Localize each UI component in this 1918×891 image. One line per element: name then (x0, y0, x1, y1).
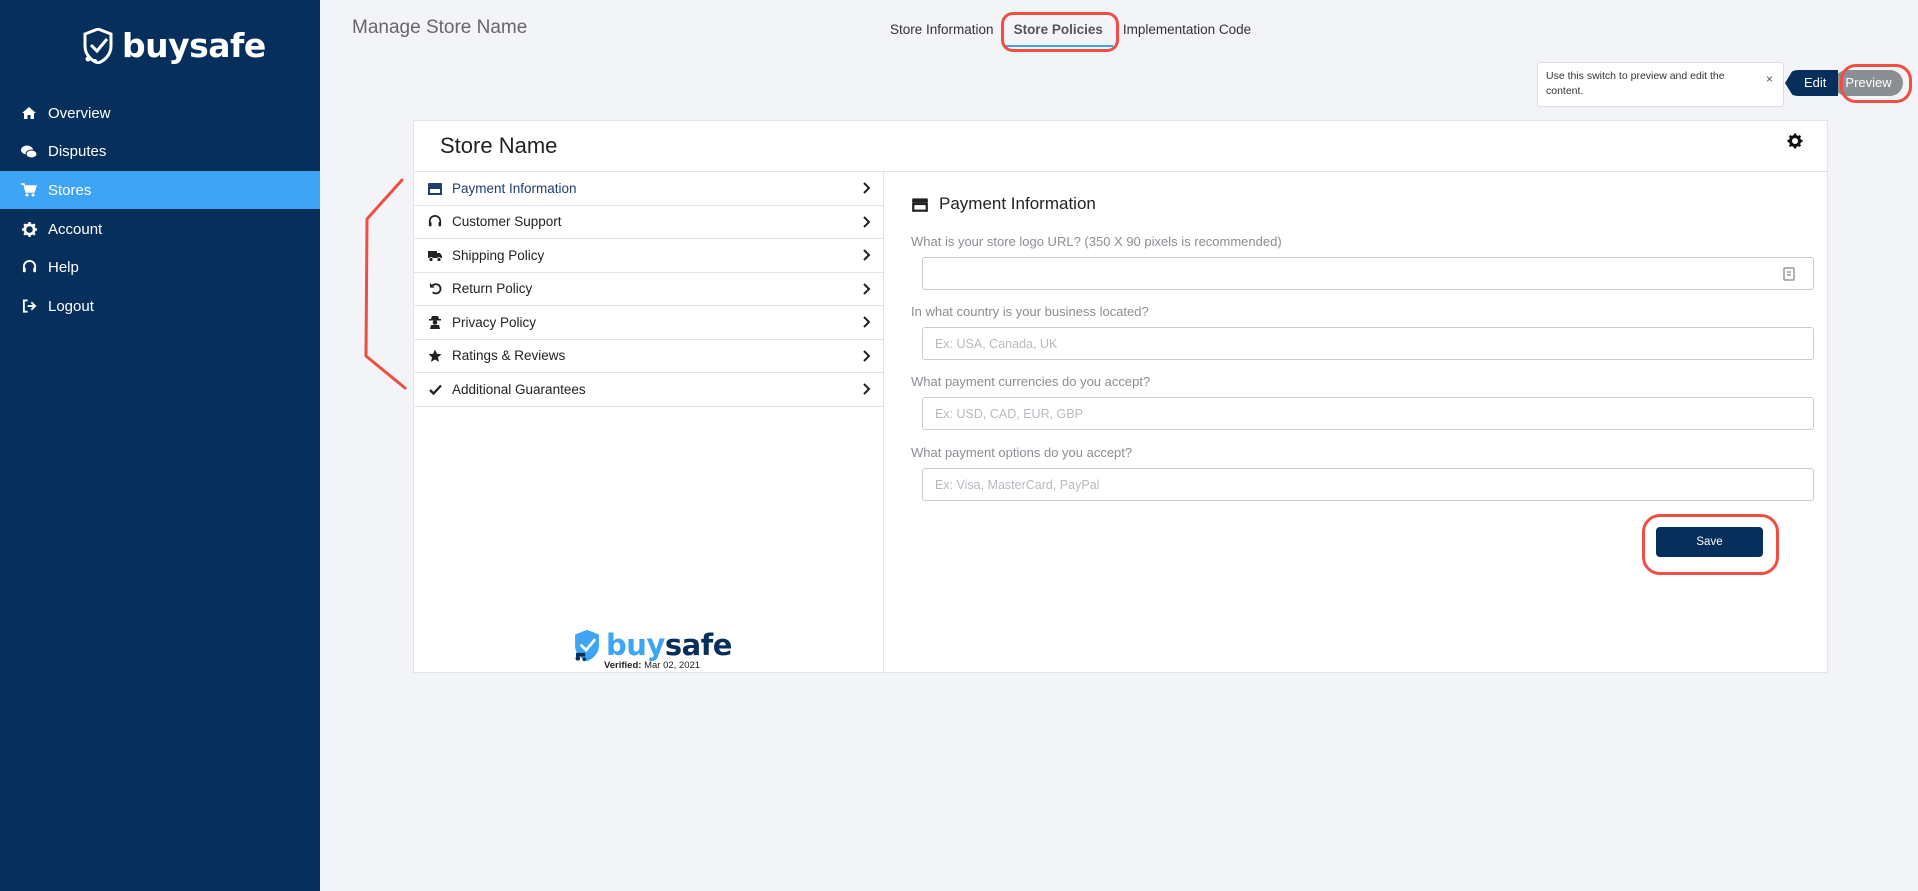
sign-out-icon (21, 298, 37, 314)
policy-label: Customer Support (452, 214, 562, 230)
chevron-right-icon (863, 316, 871, 328)
truck-icon (427, 248, 443, 262)
highlight-annotation-preview (1840, 64, 1912, 103)
payment-options-input[interactable]: Ex: Visa, MasterCard, PayPal (922, 468, 1814, 501)
question-logo-url: What is your store logo URL? (350 X 90 p… (911, 234, 1282, 249)
user-secret-icon (427, 315, 443, 330)
sidebar-item-logout[interactable]: Logout (0, 287, 320, 325)
policy-label: Payment Information (452, 180, 577, 196)
policy-list: Payment Information Customer Support Shi… (414, 172, 884, 673)
chevron-right-icon (863, 282, 871, 295)
chevron-right-icon (863, 383, 871, 395)
store-name-title: Store Name (440, 133, 558, 158)
chevron-right-icon (863, 349, 871, 362)
headset-icon (21, 260, 37, 276)
policy-label: Shipping Policy (452, 247, 545, 263)
headset-icon (427, 214, 443, 229)
star-icon (427, 349, 443, 363)
verified-date: Mar 02, 2021 (644, 660, 701, 671)
settings-gear-icon[interactable] (1787, 133, 1803, 149)
sidebar-item-account[interactable]: Account (0, 210, 320, 248)
highlight-annotation-tab (1001, 12, 1119, 52)
tab-store-information[interactable]: Store Information (880, 14, 1004, 47)
policy-item-ratings-reviews[interactable]: Ratings & Reviews (414, 340, 883, 373)
card-header: Store Name (414, 121, 1827, 172)
policy-label: Ratings & Reviews (452, 348, 566, 364)
gear-icon (21, 221, 37, 237)
sidebar: buysafe Overview Disputes Stores Account (0, 0, 320, 891)
policy-item-additional-guarantees[interactable]: Additional Guarantees (414, 373, 883, 407)
payment-information-form: Payment Information What is your store l… (885, 172, 1827, 673)
contact-card-icon (1783, 267, 1795, 281)
sidebar-item-help[interactable]: Help (0, 249, 320, 287)
sidebar-item-label: Logout (48, 297, 94, 315)
store-card: Store Name Payment Information Customer … (413, 120, 1828, 673)
store-icon (427, 181, 443, 195)
edit-toggle[interactable]: Edit (1785, 70, 1839, 96)
chevron-right-icon (863, 249, 871, 261)
policy-label: Additional Guarantees (452, 381, 586, 397)
highlight-annotation-save (1642, 514, 1779, 575)
policy-item-privacy-policy[interactable]: Privacy Policy (414, 306, 883, 340)
sidebar-item-stores[interactable]: Stores (0, 171, 320, 210)
policy-item-customer-support[interactable]: Customer Support (414, 206, 883, 239)
switch-tooltip: Use this switch to preview and edit the … (1537, 62, 1784, 107)
sidebar-item-disputes[interactable]: Disputes (0, 133, 320, 171)
badge-brand-safe: safe (664, 628, 733, 662)
country-input[interactable]: Ex: USA, Canada, UK (922, 327, 1814, 360)
question-payment-options: What payment options do you accept? (911, 445, 1133, 460)
tooltip-text: Use this switch to preview and edit the … (1546, 70, 1725, 97)
sidebar-item-label: Help (48, 259, 79, 277)
logo-url-input[interactable] (922, 257, 1814, 290)
tab-implementation-code[interactable]: Implementation Code (1113, 14, 1261, 47)
sidebar-item-label: Stores (48, 181, 92, 199)
verified-label: Verified: (603, 660, 642, 671)
buysafe-verified-badge: buysafe Verified: Mar 02, 2021 (572, 628, 732, 671)
policy-label: Privacy Policy (452, 314, 537, 330)
page-title: Manage Store Name (352, 17, 528, 38)
undo-icon (427, 282, 443, 296)
brand-name: buysafe (122, 26, 266, 65)
close-icon[interactable]: × (1766, 72, 1773, 87)
sidebar-item-label: Disputes (48, 143, 107, 161)
badge-brand-buy: buy (606, 628, 665, 662)
home-icon (21, 105, 37, 121)
chevron-right-icon (863, 215, 871, 228)
question-currencies: What payment currencies do you accept? (911, 374, 1151, 389)
question-country: In what country is your business located… (911, 304, 1149, 319)
policy-item-shipping-policy[interactable]: Shipping Policy (414, 239, 883, 273)
currencies-input[interactable]: Ex: USD, CAD, EUR, GBP (922, 397, 1814, 430)
sidebar-item-label: Account (48, 220, 103, 238)
store-icon (912, 197, 928, 212)
policy-item-return-policy[interactable]: Return Policy (414, 273, 883, 306)
form-section-title: Payment Information (911, 194, 1096, 214)
policy-label: Return Policy (452, 281, 533, 297)
shield-logo-icon (83, 27, 113, 64)
sidebar-item-overview[interactable]: Overview (0, 94, 320, 132)
form-section-title-text: Payment Information (939, 194, 1096, 213)
cart-icon (21, 182, 37, 198)
chevron-right-icon (863, 182, 871, 194)
policy-item-payment-information[interactable]: Payment Information (414, 172, 883, 206)
bracket-annotation (364, 178, 407, 390)
comments-icon (21, 144, 37, 160)
sidebar-item-label: Overview (48, 104, 111, 122)
check-icon (427, 382, 443, 396)
brand-logo[interactable]: buysafe (82, 26, 266, 65)
sidebar-nav: Overview Disputes Stores Account Help Lo… (0, 94, 320, 326)
shield-logo-icon (575, 629, 599, 661)
